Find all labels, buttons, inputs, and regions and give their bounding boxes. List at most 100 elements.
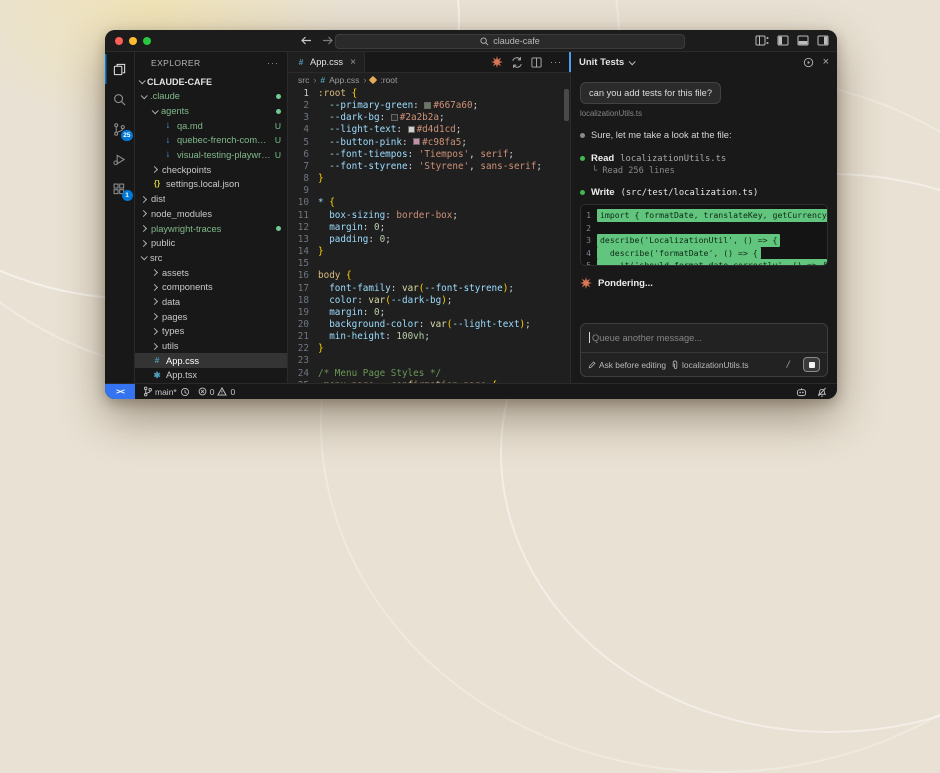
code-editor[interactable]: 1234567891011121314151617181920212223242… (288, 87, 570, 383)
tree-item-components[interactable]: components (135, 280, 287, 295)
read-tool-call[interactable]: Read localizationUtils.ts (580, 153, 828, 164)
customize-layout-icon[interactable] (755, 35, 769, 46)
search-activity-icon[interactable] (105, 84, 135, 114)
breadcrumb-part[interactable]: :root (380, 75, 397, 85)
color-swatch (424, 102, 431, 109)
source-control-activity-icon[interactable]: 25 (105, 114, 135, 144)
command-center-search[interactable]: claude-cafe (335, 34, 685, 49)
css-symbol-icon (369, 76, 377, 84)
errors-icon (198, 387, 207, 396)
tree-item-public[interactable]: public (135, 236, 287, 251)
breadcrumb-part[interactable]: App.css (329, 75, 359, 85)
modified-dot-icon (276, 109, 281, 114)
tree-item-assets[interactable]: assets (135, 265, 287, 280)
tree-item-label: App.css (166, 356, 199, 366)
modified-dot-icon (276, 94, 281, 99)
code-line: margin: 0; (318, 307, 570, 319)
chevron-right-icon (140, 210, 147, 217)
breadcrumb[interactable]: src›#App.css›:root (288, 73, 570, 87)
tree-item--claude[interactable]: .claude (135, 89, 287, 104)
user-message-bubble: can you add tests for this file? (580, 82, 721, 104)
back-arrow-icon[interactable] (301, 36, 312, 45)
copilot-icon[interactable] (796, 387, 807, 397)
tree-item-qa-md[interactable]: ↓qa.mdU (135, 118, 287, 133)
tree-item-data[interactable]: data (135, 295, 287, 310)
search-icon (480, 37, 489, 46)
tree-item-app-css[interactable]: #App.css (135, 353, 287, 368)
tree-item-dist[interactable]: dist (135, 192, 287, 207)
tree-item-pages[interactable]: pages (135, 309, 287, 324)
bullet-icon (580, 156, 585, 161)
chevron-right-icon (151, 328, 158, 335)
tree-item-utils[interactable]: utils (135, 339, 287, 354)
modified-dot-icon (276, 226, 281, 231)
editor-scrollbar[interactable] (564, 89, 569, 121)
write-tool-call[interactable]: Write (src/test/localization.ts) (580, 187, 828, 198)
branch-status[interactable]: main* (143, 386, 190, 397)
tab-app-css[interactable]: # App.css × (288, 52, 365, 72)
remote-indicator[interactable]: >< (105, 384, 135, 399)
chevron-right-icon (140, 240, 147, 247)
message-attachment-label: localizationUtils.ts (580, 109, 828, 118)
chevron-down-icon[interactable] (629, 58, 636, 65)
editor-more-actions[interactable]: ··· (550, 57, 562, 67)
error-count: 0 (210, 387, 215, 397)
slash-command-hint[interactable]: / (786, 360, 791, 370)
toggle-panel-icon[interactable] (797, 35, 809, 46)
close-window-button[interactable] (115, 37, 123, 45)
tree-item-quebec-french-complian-[interactable]: ↓quebec-french-complian...U (135, 133, 287, 148)
run-debug-activity-icon[interactable] (105, 144, 135, 174)
file-tree: .claude agents ↓qa.mdU↓quebec-french-compl… (135, 89, 287, 383)
tree-item-playwright-traces[interactable]: playwright-traces (135, 221, 287, 236)
chat-thread: can you add tests for this file? localiz… (571, 72, 837, 383)
code-line: body { (318, 270, 570, 282)
tree-item-types[interactable]: types (135, 324, 287, 339)
git-status-badge: U (275, 135, 281, 145)
panel-sash[interactable] (569, 52, 571, 72)
forward-arrow-icon[interactable] (322, 36, 333, 45)
tree-item-agents[interactable]: agents (135, 104, 287, 119)
diff-line: 2 (581, 222, 827, 235)
tree-item-visual-testing-playwright-[interactable]: ↓visual-testing-playwright...U (135, 148, 287, 163)
tree-item-settings-local-json[interactable]: {}settings.local.json (135, 177, 287, 192)
claude-spark-icon[interactable] (491, 56, 503, 68)
toggle-primary-sidebar-icon[interactable] (777, 35, 789, 46)
tree-item-checkpoints[interactable]: checkpoints (135, 162, 287, 177)
breadcrumb-part[interactable]: src (298, 75, 309, 85)
line-numbers-gutter: 1234567891011121314151617181920212223242… (288, 88, 318, 383)
tree-item-label: agents (161, 106, 189, 116)
workspace-root-row[interactable]: CLAUDE-CAFE (135, 74, 287, 89)
close-tab-icon[interactable]: × (350, 57, 356, 68)
editor-group: # App.css × ··· src›#App.css›:root 12345… (288, 52, 570, 383)
extensions-activity-icon[interactable]: 1 (105, 174, 135, 204)
git-status-badge: U (275, 150, 281, 160)
code-line: margin: 0; (318, 222, 570, 234)
titlebar: claude-cafe (105, 30, 837, 52)
split-editor-icon[interactable] (531, 57, 542, 68)
diff-preview-block[interactable]: 1import { formatDate, translateKey, getC… (580, 204, 828, 266)
tab-label: App.css (310, 57, 343, 67)
problems-status[interactable]: 0 0 (198, 387, 235, 397)
warning-count: 0 (230, 387, 235, 397)
toggle-secondary-sidebar-icon[interactable] (817, 35, 829, 46)
explorer-activity-icon[interactable] (105, 54, 135, 84)
css-file-icon: # (320, 75, 325, 85)
feedback-icon[interactable] (803, 57, 814, 68)
message-input-box[interactable]: Queue another message... Ask before edit… (580, 323, 828, 377)
stop-button[interactable] (803, 357, 820, 372)
css-file-icon: # (296, 58, 306, 67)
permission-mode-selector[interactable]: Ask before editing (588, 360, 666, 370)
open-changes-icon[interactable] (511, 57, 523, 68)
tree-item-node-modules[interactable]: node_modules (135, 207, 287, 222)
explorer-more-actions[interactable]: ··· (267, 58, 279, 68)
tree-item-app-tsx[interactable]: ✱App.tsx (135, 368, 287, 383)
pencil-icon (588, 361, 596, 369)
close-panel-icon[interactable]: × (823, 56, 829, 68)
notifications-muted-icon[interactable] (817, 387, 827, 397)
context-attachment[interactable]: localizationUtils.ts (671, 360, 749, 370)
code-line: /* Menu Page Styles */ (318, 368, 570, 380)
zoom-window-button[interactable] (143, 37, 151, 45)
code-line: --font-tiempos: 'Tiempos', serif; (318, 149, 570, 161)
minimize-window-button[interactable] (129, 37, 137, 45)
tree-item-src[interactable]: src (135, 251, 287, 266)
